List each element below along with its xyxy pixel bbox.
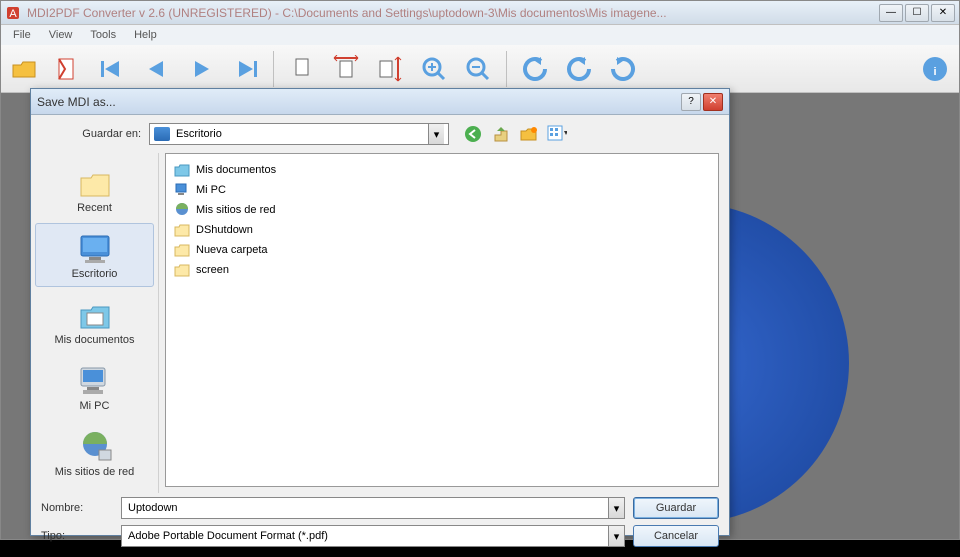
place-label: Escritorio <box>72 268 118 280</box>
svg-text:A: A <box>9 8 17 20</box>
place-desktop[interactable]: Escritorio <box>35 223 154 287</box>
file-label: screen <box>196 264 229 276</box>
file-item[interactable]: Mi PC <box>172 180 712 200</box>
zoom-in-icon[interactable] <box>418 53 450 85</box>
place-label: Recent <box>77 202 112 214</box>
toolbar: i <box>1 45 959 93</box>
maximize-button[interactable]: ☐ <box>905 4 929 22</box>
minimize-button[interactable]: — <box>879 4 903 22</box>
folder-icon <box>174 242 190 258</box>
mypc-icon <box>75 362 115 398</box>
up-icon[interactable] <box>491 124 511 144</box>
cancel-button[interactable]: Cancelar <box>633 525 719 547</box>
chevron-down-icon[interactable]: ▾ <box>428 124 444 144</box>
app-icon: A <box>5 5 21 21</box>
file-item[interactable]: screen <box>172 260 712 280</box>
place-recent[interactable]: Recent <box>35 157 154 221</box>
new-folder-icon[interactable] <box>519 124 539 144</box>
network-icon <box>75 428 115 464</box>
filename-input[interactable]: Uptodown ▾ <box>121 497 625 519</box>
dialog-help-button[interactable]: ? <box>681 93 701 111</box>
file-item[interactable]: DShutdown <box>172 220 712 240</box>
menu-help[interactable]: Help <box>126 27 165 43</box>
save-button[interactable]: Guardar <box>633 497 719 519</box>
location-select[interactable]: Escritorio ▾ <box>149 123 449 145</box>
page-width-icon[interactable] <box>330 53 362 85</box>
nav-next-icon[interactable] <box>185 53 217 85</box>
dialog-titlebar: Save MDI as... ? ✕ <box>31 89 729 115</box>
save-dialog: Save MDI as... ? ✕ Guardar en: Escritori… <box>30 88 730 536</box>
pdf-icon[interactable] <box>53 53 85 85</box>
file-item[interactable]: Mis sitios de red <box>172 200 712 220</box>
window-title: MDI2PDF Converter v 2.6 (UNREGISTERED) -… <box>27 6 879 20</box>
rotate-left-icon[interactable] <box>519 53 551 85</box>
chevron-down-icon[interactable]: ▾ <box>608 526 624 546</box>
page-height-icon[interactable] <box>374 53 406 85</box>
page-single-icon[interactable] <box>286 53 318 85</box>
menu-view[interactable]: View <box>41 27 81 43</box>
recent-icon <box>75 164 115 200</box>
docs-icon <box>174 162 190 178</box>
filetype-value: Adobe Portable Document Format (*.pdf) <box>128 530 328 542</box>
file-item[interactable]: Nueva carpeta <box>172 240 712 260</box>
type-label: Tipo: <box>41 530 113 542</box>
place-documents[interactable]: Mis documentos <box>35 289 154 353</box>
menu-tools[interactable]: Tools <box>82 27 124 43</box>
save-in-label: Guardar en: <box>41 128 141 140</box>
places-bar: Recent Escritorio Mis documentos Mi PC Mis s… <box>31 153 159 493</box>
zoom-out-icon[interactable] <box>462 53 494 85</box>
view-menu-icon[interactable] <box>547 124 567 144</box>
rotate-right-icon[interactable] <box>607 53 639 85</box>
chevron-down-icon[interactable]: ▾ <box>608 498 624 518</box>
file-list[interactable]: Mis documentos Mi PC Mis sitios de red DShu… <box>165 153 719 487</box>
nav-first-icon[interactable] <box>97 53 129 85</box>
file-item[interactable]: Mis documentos <box>172 160 712 180</box>
dialog-close-button[interactable]: ✕ <box>703 93 723 111</box>
rotate-left2-icon[interactable] <box>563 53 595 85</box>
location-text: Escritorio <box>176 128 222 140</box>
toolbar-separator <box>506 51 507 87</box>
name-label: Nombre: <box>41 502 113 514</box>
toolbar-separator <box>273 51 274 87</box>
menubar: File View Tools Help <box>1 25 959 45</box>
back-icon[interactable] <box>463 124 483 144</box>
documents-icon <box>75 296 115 332</box>
titlebar: A MDI2PDF Converter v 2.6 (UNREGISTERED)… <box>1 1 959 25</box>
file-label: Mis sitios de red <box>196 204 275 216</box>
filename-value: Uptodown <box>128 502 178 514</box>
place-label: Mis sitios de red <box>55 466 134 478</box>
file-label: Mi PC <box>196 184 226 196</box>
file-label: Mis documentos <box>196 164 276 176</box>
monitor-icon <box>154 127 170 141</box>
place-label: Mis documentos <box>54 334 134 346</box>
open-icon[interactable] <box>9 53 41 85</box>
pc-icon <box>174 182 190 198</box>
nav-last-icon[interactable] <box>229 53 261 85</box>
place-network[interactable]: Mis sitios de red <box>35 421 154 485</box>
net-icon <box>174 202 190 218</box>
svg-text:i: i <box>933 66 936 78</box>
folder-icon <box>174 262 190 278</box>
dialog-title: Save MDI as... <box>37 95 681 109</box>
file-label: DShutdown <box>196 224 253 236</box>
nav-prev-icon[interactable] <box>141 53 173 85</box>
menu-file[interactable]: File <box>5 27 39 43</box>
close-button[interactable]: ✕ <box>931 4 955 22</box>
filetype-select[interactable]: Adobe Portable Document Format (*.pdf) ▾ <box>121 525 625 547</box>
place-label: Mi PC <box>80 400 110 412</box>
folder-icon <box>174 222 190 238</box>
place-mypc[interactable]: Mi PC <box>35 355 154 419</box>
file-label: Nueva carpeta <box>196 244 268 256</box>
info-icon[interactable]: i <box>919 53 951 85</box>
desktop-icon <box>75 230 115 266</box>
